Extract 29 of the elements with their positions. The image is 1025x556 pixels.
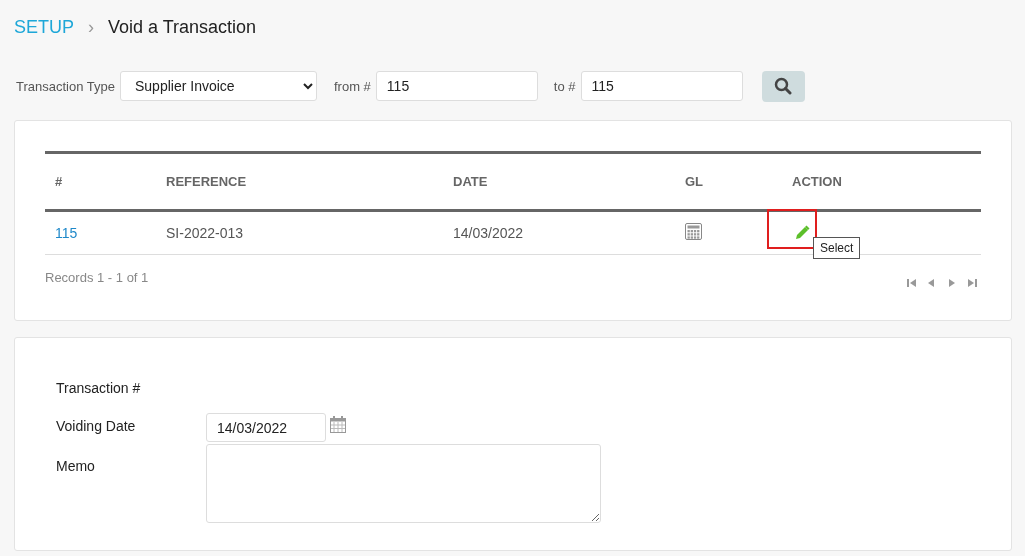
field-label: Transaction #	[56, 380, 142, 396]
transaction-type-select[interactable]: Supplier Invoice	[120, 71, 317, 101]
table-cell: SI-2022-013	[156, 210, 443, 255]
page-title: Void a Transaction	[108, 16, 257, 38]
search-icon	[774, 77, 793, 95]
date-field[interactable]: 14/03/2022	[206, 413, 326, 442]
field-label: Voiding Date	[56, 418, 137, 434]
from-number-field[interactable]: 115	[375, 71, 538, 101]
column-header: DATE	[443, 152, 675, 211]
column-header: REFERENCE	[156, 152, 443, 211]
table-cell: 14/03/2022	[443, 210, 675, 255]
memo-field[interactable]	[206, 444, 601, 523]
transaction-link[interactable]: 115	[55, 225, 78, 241]
tooltip: Select	[813, 236, 861, 259]
breadcrumb-separator: ›	[88, 16, 94, 38]
calculator-icon[interactable]	[685, 223, 702, 240]
calendar-icon[interactable]	[330, 416, 346, 433]
to-number-field[interactable]: 115	[580, 71, 743, 101]
field-label: Memo	[56, 458, 96, 474]
column-header: GL	[675, 152, 782, 211]
field-label: to #	[553, 78, 576, 94]
column-header: #	[45, 152, 156, 211]
records-count: Records 1 - 1 of 1	[45, 269, 149, 285]
search-button[interactable]	[761, 70, 805, 102]
first-page-icon[interactable]	[906, 277, 918, 289]
field-label: from #	[334, 78, 371, 94]
field-label: Transaction Type	[16, 78, 115, 94]
column-header: ACTION	[782, 152, 981, 211]
last-page-icon[interactable]	[966, 277, 978, 289]
